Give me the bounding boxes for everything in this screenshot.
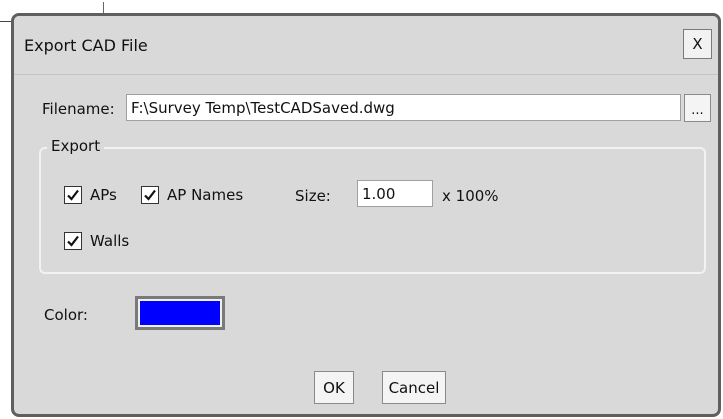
- walls-label: Walls: [90, 232, 130, 250]
- aps-checkbox[interactable]: [64, 186, 82, 204]
- title-bar[interactable]: Export CAD File X: [14, 16, 718, 75]
- browse-button[interactable]: ...: [684, 94, 711, 122]
- size-unit-label: x 100%: [442, 187, 499, 205]
- color-swatch-fill: [140, 301, 220, 325]
- checkmark-icon: [67, 235, 79, 247]
- color-picker-button[interactable]: [135, 296, 225, 330]
- size-input[interactable]: 1.00: [357, 180, 433, 207]
- screen: Export CAD File X Filename: F:\Survey Te…: [0, 0, 723, 419]
- ap-names-checkbox[interactable]: [141, 186, 159, 204]
- export-cad-dialog: Export CAD File X Filename: F:\Survey Te…: [11, 13, 721, 417]
- checkmark-icon: [144, 189, 156, 201]
- export-group-legend: Export: [47, 137, 105, 155]
- aps-label: APs: [90, 186, 117, 204]
- filename-label: Filename:: [42, 100, 115, 118]
- color-label: Color:: [44, 306, 88, 324]
- ok-button[interactable]: OK: [314, 371, 354, 404]
- export-groupbox: [39, 147, 706, 274]
- checkmark-icon: [67, 189, 79, 201]
- dialog-title: Export CAD File: [24, 36, 148, 55]
- close-button[interactable]: X: [683, 29, 712, 59]
- walls-checkbox[interactable]: [64, 232, 82, 250]
- filename-input[interactable]: F:\Survey Temp\TestCADSaved.dwg: [126, 94, 681, 121]
- cancel-button[interactable]: Cancel: [382, 371, 446, 404]
- ap-names-label: AP Names: [167, 186, 244, 204]
- size-label: Size:: [295, 187, 331, 205]
